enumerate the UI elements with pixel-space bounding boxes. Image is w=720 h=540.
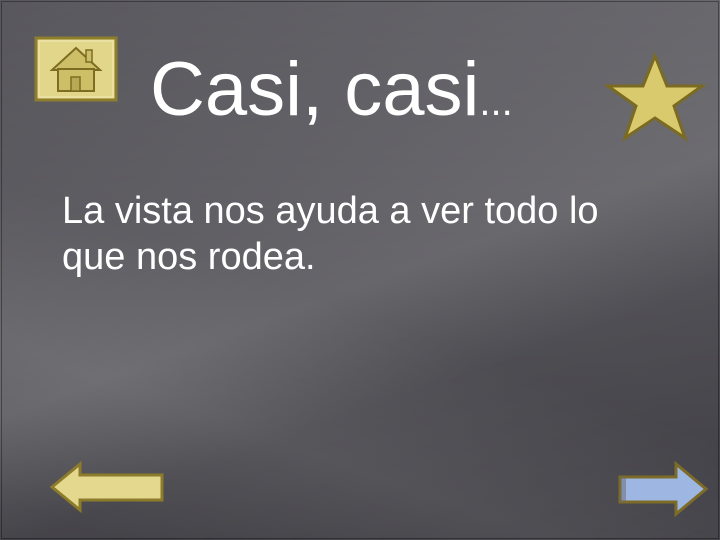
arrow-left-icon [49, 460, 164, 514]
title-text: Casi, casi [150, 47, 480, 132]
home-icon [34, 36, 118, 102]
title-ellipsis: ... [479, 80, 513, 124]
slide-background: Casi, casi... La vista nos ayuda a ver t… [0, 0, 720, 540]
slide-title: Casi, casi... [150, 52, 513, 128]
home-button[interactable] [34, 36, 118, 102]
star-icon [603, 52, 707, 142]
slide-body-text: La vista nos ayuda a ver todo lo que nos… [62, 190, 599, 278]
arrow-right-icon [618, 460, 709, 518]
star-button[interactable] [600, 52, 710, 142]
back-button[interactable] [48, 460, 166, 514]
next-button[interactable] [616, 460, 710, 518]
